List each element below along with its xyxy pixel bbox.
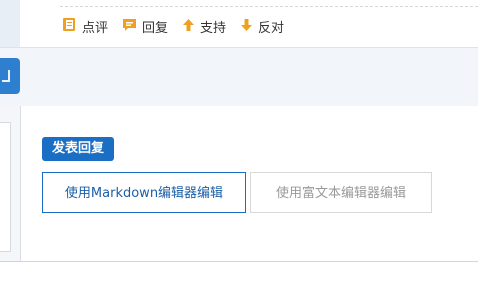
support-action-button[interactable]: 支持 xyxy=(182,17,226,36)
comment-action-label: 点评 xyxy=(82,21,109,36)
left-panel-edge xyxy=(0,106,21,261)
comment-book-icon xyxy=(62,17,77,36)
arrow-up-icon xyxy=(182,18,195,36)
bottom-divider xyxy=(0,261,478,262)
arrow-down-icon xyxy=(240,18,253,36)
left-sidebar-strip xyxy=(0,0,20,47)
comment-action-button[interactable]: 点评 xyxy=(62,17,108,36)
left-panel-box xyxy=(0,122,11,252)
reply-action-label: 回复 xyxy=(142,21,169,36)
post-footer: 点评 回复 支持 反对 xyxy=(20,0,478,47)
post-actions: 点评 回复 支持 反对 xyxy=(62,17,298,36)
separator-band xyxy=(0,47,478,107)
side-blue-button[interactable] xyxy=(0,58,20,94)
post-reply-tag: 发表回复 xyxy=(42,137,115,161)
tab-markdown-editor[interactable]: 使用Markdown编辑器编辑 xyxy=(42,172,246,213)
support-action-label: 支持 xyxy=(200,21,227,36)
reply-action-button[interactable]: 回复 xyxy=(122,17,168,36)
reply-icon xyxy=(122,17,137,36)
oppose-action-label: 反对 xyxy=(258,21,285,36)
oppose-action-button[interactable]: 反对 xyxy=(240,17,284,36)
dashed-divider xyxy=(60,6,478,7)
tab-rich-text-editor[interactable]: 使用富文本编辑器编辑 xyxy=(250,172,432,213)
